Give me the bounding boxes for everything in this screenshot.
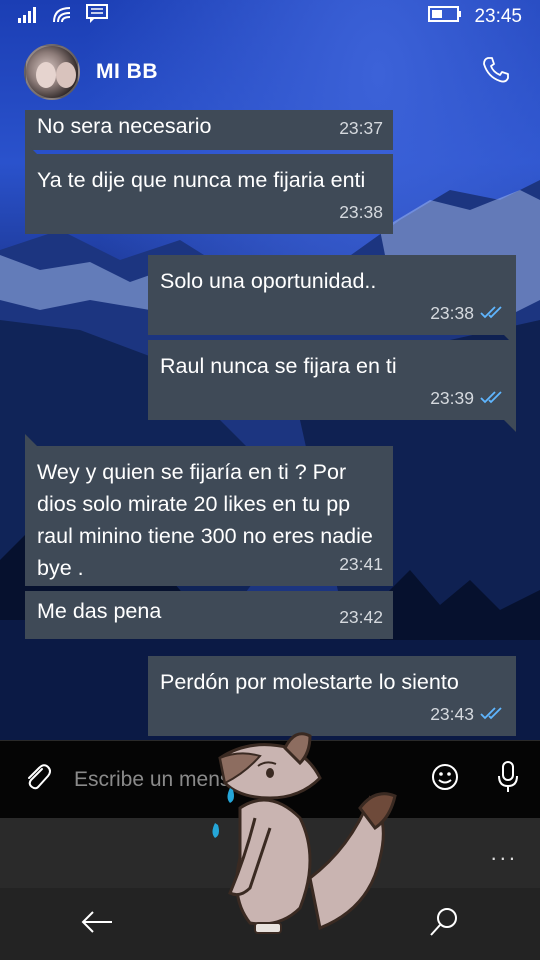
message-time: 23:43 xyxy=(430,704,474,724)
chat-header: MI BB xyxy=(0,40,540,104)
avatar[interactable] xyxy=(24,44,80,100)
status-time: 23:45 xyxy=(474,6,522,27)
message-bubble-outgoing[interactable]: Perdón por molestarte lo siento 23:43 xyxy=(148,656,516,736)
emoji-icon[interactable] xyxy=(430,762,460,797)
message-notification-icon xyxy=(86,4,108,30)
message-time: 23:37 xyxy=(339,118,383,138)
contact-name[interactable]: MI BB xyxy=(96,60,158,84)
status-bar: 23:45 xyxy=(0,0,540,34)
microphone-icon[interactable] xyxy=(496,760,520,799)
paperclip-icon[interactable] xyxy=(20,760,54,799)
message-bubble-incoming[interactable]: Ya te dije que nunca me fijaria enti 23:… xyxy=(25,142,393,234)
message-bubble-incoming[interactable]: No sera necesario 23:37 xyxy=(25,110,393,150)
message-bubble-outgoing[interactable]: Solo una oportunidad.. 23:38 xyxy=(148,255,516,347)
message-time: 23:39 xyxy=(430,388,474,408)
message-text: Me das pena xyxy=(37,599,162,623)
read-receipt-icon xyxy=(480,297,506,329)
back-arrow-icon[interactable] xyxy=(80,909,114,940)
message-text: Wey y quien se fijaría en ti ? Por dios … xyxy=(37,460,373,580)
sad-fox-sticker-image xyxy=(200,728,410,943)
search-icon[interactable] xyxy=(428,906,460,943)
message-text: No sera necesario xyxy=(37,114,212,138)
message-time: 23:38 xyxy=(430,303,474,323)
message-bubble-outgoing[interactable]: Raul nunca se fijara en ti 23:39 xyxy=(148,340,516,432)
wifi-icon xyxy=(52,4,74,30)
message-bubble-incoming[interactable]: Wey y quien se fijaría en ti ? Por dios … xyxy=(25,434,393,586)
phone-icon xyxy=(481,55,511,90)
call-button[interactable] xyxy=(476,52,516,92)
more-options-button[interactable]: ... xyxy=(491,840,518,866)
message-time: 23:38 xyxy=(339,202,383,222)
read-receipt-icon xyxy=(480,382,506,414)
message-time: 23:41 xyxy=(339,554,383,574)
read-receipt-icon xyxy=(480,698,506,730)
battery-icon xyxy=(428,6,462,28)
message-text: Solo una oportunidad.. xyxy=(160,269,377,293)
message-text: Raul nunca se fijara en ti xyxy=(160,354,397,378)
message-bubble-incoming[interactable]: Me das pena 23:42 xyxy=(25,591,393,639)
message-text: Perdón por molestarte lo siento xyxy=(160,670,459,694)
message-time: 23:42 xyxy=(339,607,383,627)
signal-icon xyxy=(18,5,40,29)
message-text: Ya te dije que nunca me fijaria enti xyxy=(37,168,366,192)
